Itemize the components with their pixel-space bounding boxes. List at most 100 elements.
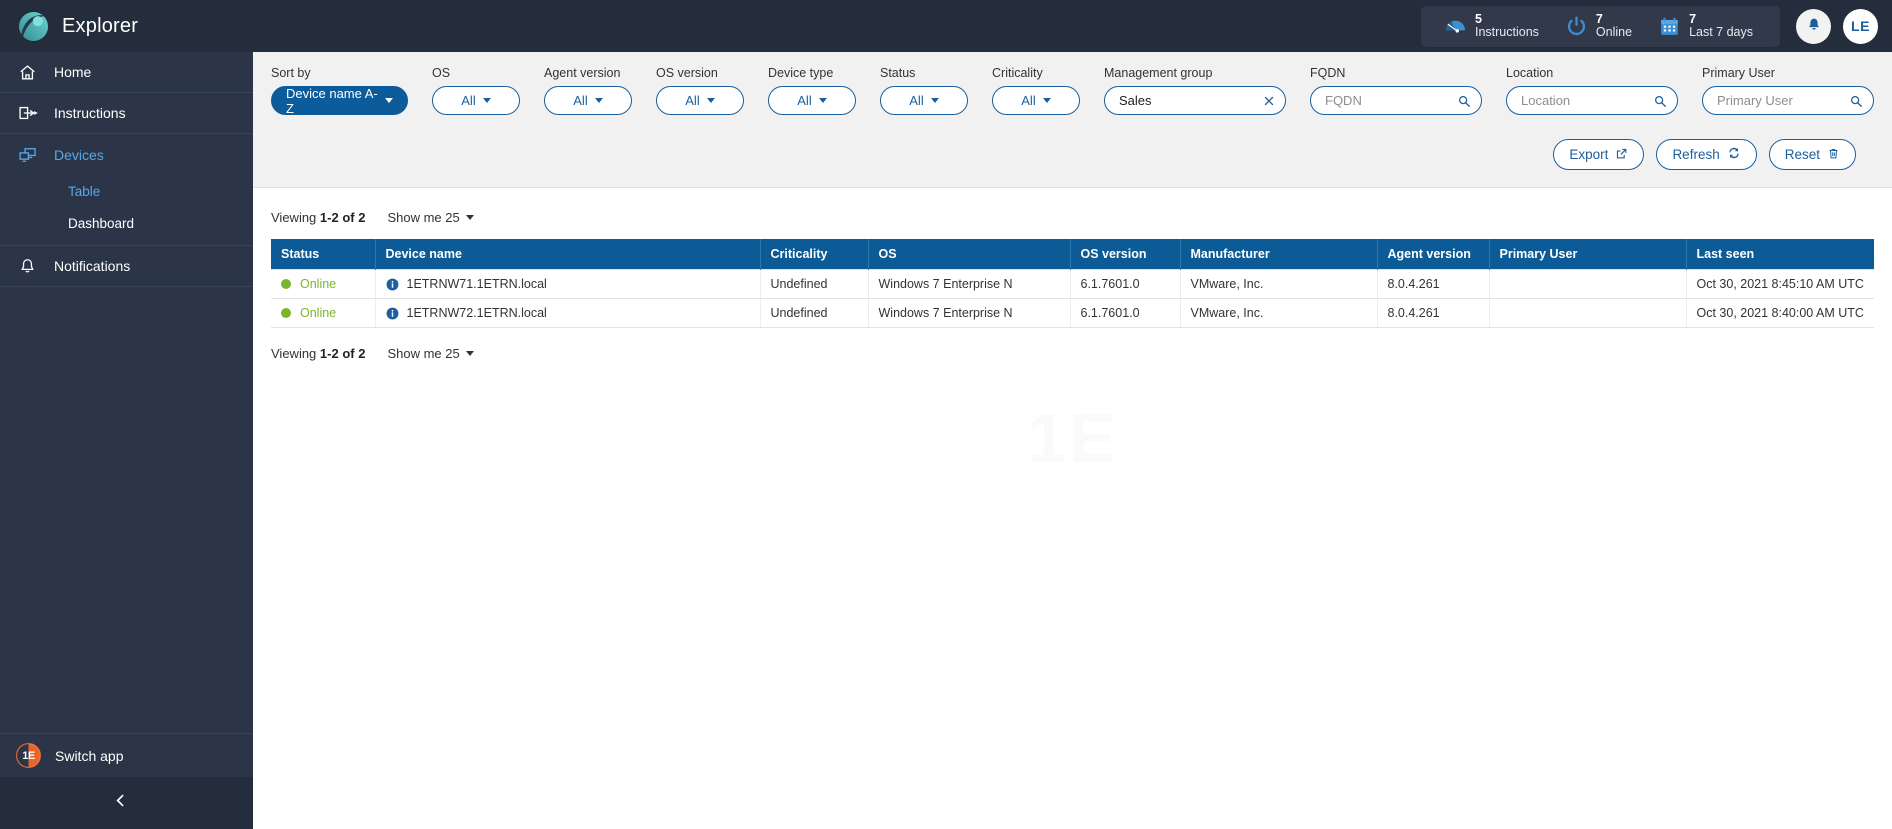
viewing-range: 1-2 of 2 bbox=[319, 346, 366, 361]
filter-os: OS All bbox=[432, 66, 520, 115]
sidebar-collapse-button[interactable] bbox=[0, 777, 253, 829]
cell-device-name: 1ETRNW71.1ETRN.local bbox=[375, 269, 761, 299]
close-x-icon[interactable] bbox=[1257, 95, 1275, 107]
chevron-left-icon bbox=[116, 792, 129, 814]
management-group-field[interactable] bbox=[1104, 86, 1286, 115]
cell-manufacturer: VMware, Inc. bbox=[1180, 269, 1378, 299]
table-header-row: Status Device name Criticality OS OS ver… bbox=[271, 239, 1874, 270]
sidebar-item-label: Home bbox=[54, 64, 92, 80]
device-name-link[interactable]: 1ETRNW72.1ETRN.local bbox=[407, 306, 547, 320]
sort-by-value: Device name A-Z bbox=[286, 85, 378, 116]
column-header-last-seen[interactable]: Last seen bbox=[1686, 239, 1874, 270]
sidebar: Home Instructions Devices Table Dashboar… bbox=[0, 52, 253, 829]
status-badge: Online bbox=[300, 306, 337, 320]
search-icon[interactable] bbox=[1843, 94, 1863, 108]
external-link-icon bbox=[1615, 147, 1628, 163]
fqdn-field[interactable] bbox=[1310, 86, 1482, 115]
column-header-agent-version[interactable]: Agent version bbox=[1377, 239, 1490, 270]
kpi-instructions[interactable]: 5 Instructions bbox=[1431, 12, 1552, 39]
cell-status: Online bbox=[271, 269, 376, 299]
kpi-group: 5 Instructions 7 Online 7 Last 7 days bbox=[1421, 5, 1780, 47]
location-field[interactable] bbox=[1506, 86, 1678, 115]
fqdn-input[interactable] bbox=[1325, 93, 1451, 108]
show-me-dropdown-bottom[interactable]: Show me 25 bbox=[387, 346, 474, 361]
chevron-down-icon bbox=[706, 98, 715, 103]
filter-criticality: Criticality All bbox=[992, 66, 1080, 115]
primary-user-field[interactable] bbox=[1702, 86, 1874, 115]
avatar-initials: LE bbox=[1851, 18, 1870, 34]
filter-sort-by: Sort by Device name A-Z bbox=[271, 66, 408, 116]
export-button[interactable]: Export bbox=[1553, 139, 1645, 170]
search-icon[interactable] bbox=[1647, 94, 1667, 108]
chevron-down-icon bbox=[818, 98, 827, 103]
chevron-down-icon bbox=[1042, 98, 1051, 103]
cell-criticality: Undefined bbox=[760, 298, 869, 328]
top-header-bar: Explorer 5 Instructions 7 Online 7 Last … bbox=[0, 0, 1892, 52]
show-me-label: Show me 25 bbox=[387, 346, 460, 361]
info-icon[interactable] bbox=[386, 278, 399, 291]
gauge-icon bbox=[1444, 15, 1467, 38]
cell-last-seen: Oct 30, 2021 8:40:00 AM UTC bbox=[1686, 298, 1874, 328]
device-type-dropdown[interactable]: All bbox=[768, 86, 856, 115]
avatar[interactable]: LE bbox=[1843, 8, 1878, 44]
cell-agent-version: 8.0.4.261 bbox=[1377, 269, 1490, 299]
calendar-icon bbox=[1658, 15, 1681, 38]
column-header-os[interactable]: OS bbox=[868, 239, 1071, 270]
main-content: Sort by Device name A-Z OS All Agent ver… bbox=[253, 52, 1892, 829]
column-header-primary-user[interactable]: Primary User bbox=[1489, 239, 1687, 270]
switch-app-button[interactable]: 1E Switch app bbox=[0, 733, 253, 777]
device-name-link[interactable]: 1ETRNW71.1ETRN.local bbox=[407, 277, 547, 291]
filter-label: FQDN bbox=[1310, 66, 1346, 80]
column-header-device-name[interactable]: Device name bbox=[375, 239, 761, 270]
management-group-input[interactable] bbox=[1119, 93, 1257, 108]
cell-device-name: 1ETRNW72.1ETRN.local bbox=[375, 298, 761, 328]
filter-device-type: Device type All bbox=[768, 66, 856, 115]
cell-primary-user bbox=[1489, 269, 1687, 299]
sidebar-item-notifications[interactable]: Notifications bbox=[0, 246, 253, 287]
sidebar-item-home[interactable]: Home bbox=[0, 52, 253, 93]
criticality-dropdown[interactable]: All bbox=[992, 86, 1080, 115]
agent-version-dropdown[interactable]: All bbox=[544, 86, 632, 115]
info-icon[interactable] bbox=[386, 307, 399, 320]
brand[interactable]: Explorer bbox=[0, 11, 253, 42]
os-value: All bbox=[461, 93, 476, 108]
reset-button[interactable]: Reset bbox=[1768, 139, 1856, 170]
location-input[interactable] bbox=[1521, 93, 1647, 108]
table-row[interactable]: Online bbox=[271, 269, 1874, 299]
cell-primary-user bbox=[1489, 298, 1687, 328]
kpi-online[interactable]: 7 Online bbox=[1552, 12, 1645, 39]
column-header-os-version[interactable]: OS version bbox=[1070, 239, 1181, 270]
sidebar-item-instructions[interactable]: Instructions bbox=[0, 93, 253, 134]
show-me-label: Show me 25 bbox=[387, 210, 460, 225]
sort-by-dropdown[interactable]: Device name A-Z bbox=[271, 85, 408, 116]
chevron-down-icon bbox=[385, 98, 393, 103]
search-icon[interactable] bbox=[1451, 94, 1471, 108]
notifications-button[interactable] bbox=[1796, 8, 1831, 44]
kpi-label: Last 7 days bbox=[1689, 25, 1753, 39]
status-dropdown[interactable]: All bbox=[880, 86, 968, 115]
agent-version-value: All bbox=[573, 93, 588, 108]
cell-last-seen: Oct 30, 2021 8:45:10 AM UTC bbox=[1686, 269, 1874, 299]
column-header-criticality[interactable]: Criticality bbox=[760, 239, 869, 270]
sidebar-subitem-table[interactable]: Table bbox=[0, 175, 253, 207]
sidebar-item-label: Notifications bbox=[54, 258, 131, 274]
table-row[interactable]: Online bbox=[271, 298, 1874, 328]
filter-bar: Sort by Device name A-Z OS All Agent ver… bbox=[253, 52, 1892, 188]
chevron-down-icon bbox=[594, 98, 603, 103]
os-version-dropdown[interactable]: All bbox=[656, 86, 744, 115]
sidebar-item-devices[interactable]: Devices bbox=[0, 134, 253, 175]
filter-label: Agent version bbox=[544, 66, 621, 80]
kpi-last-7-days[interactable]: 7 Last 7 days bbox=[1645, 12, 1766, 39]
app-root: Explorer 5 Instructions 7 Online 7 Last … bbox=[0, 0, 1892, 829]
primary-user-input[interactable] bbox=[1717, 93, 1843, 108]
column-header-manufacturer[interactable]: Manufacturer bbox=[1180, 239, 1378, 270]
column-header-status[interactable]: Status bbox=[271, 239, 376, 270]
show-me-dropdown-top[interactable]: Show me 25 bbox=[387, 210, 474, 225]
filter-status: Status All bbox=[880, 66, 968, 115]
refresh-button[interactable]: Refresh bbox=[1656, 139, 1757, 170]
reset-label: Reset bbox=[1784, 147, 1820, 162]
status-value: All bbox=[909, 93, 924, 108]
trash-icon bbox=[1827, 147, 1840, 163]
os-dropdown[interactable]: All bbox=[432, 86, 520, 115]
sidebar-subitem-dashboard[interactable]: Dashboard bbox=[0, 207, 253, 239]
